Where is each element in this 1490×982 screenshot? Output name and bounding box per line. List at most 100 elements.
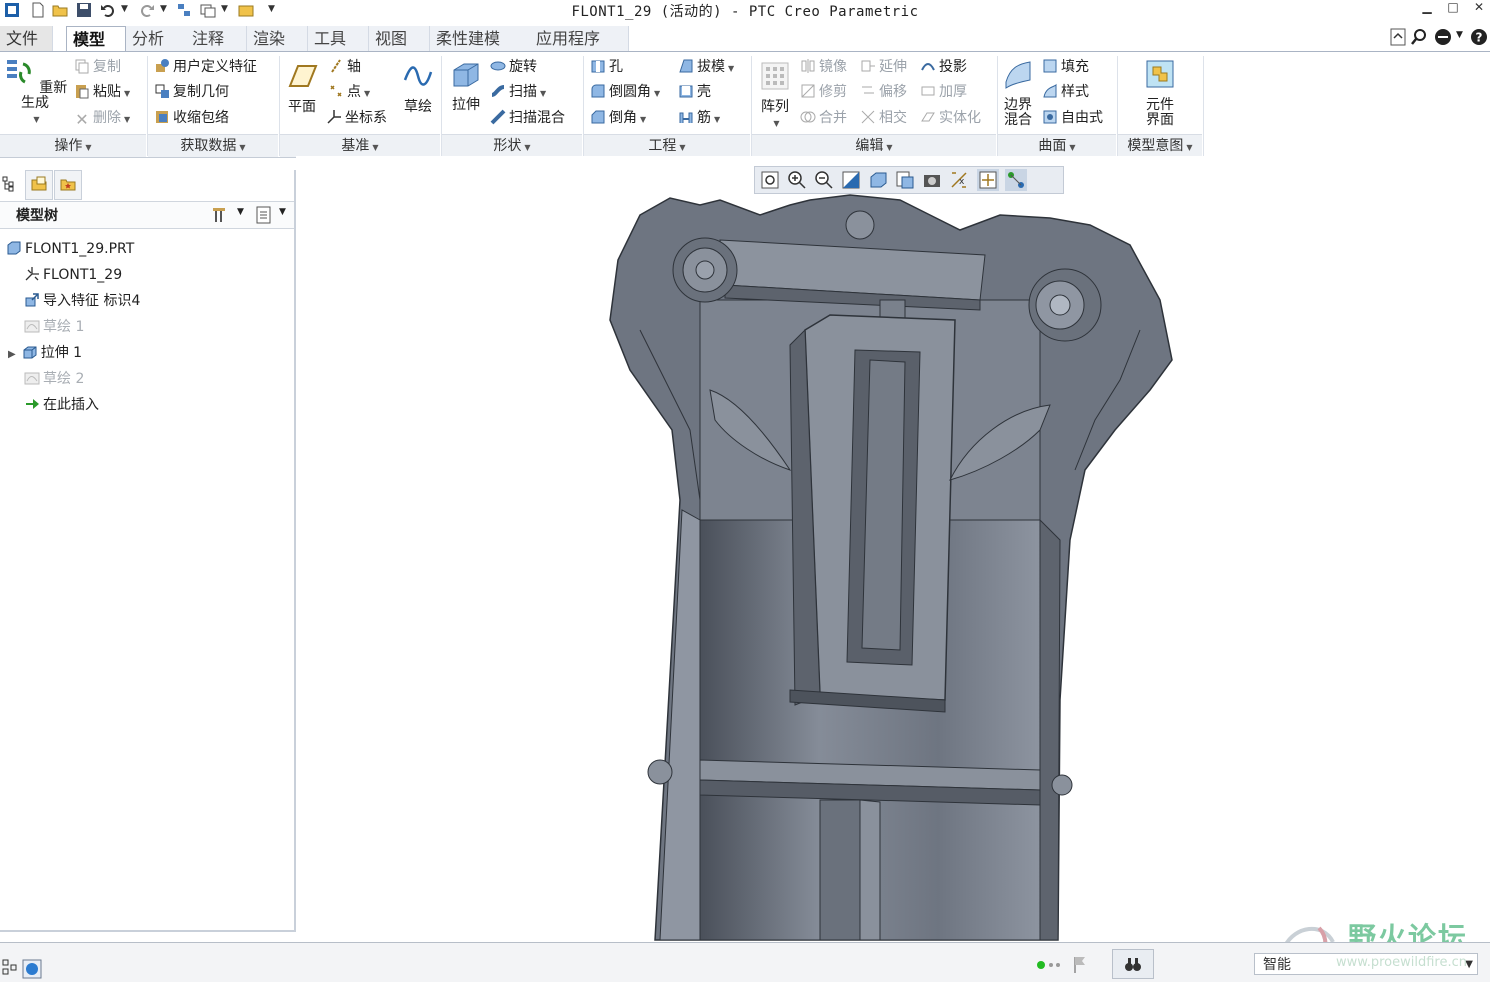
thicken-button[interactable]: 加厚 <box>920 83 967 101</box>
tab-model[interactable]: 模型 <box>66 26 126 53</box>
tree-item-csys[interactable]: FLONT1_29 <box>24 265 122 285</box>
project-label: 投影 <box>939 59 967 75</box>
delete-button[interactable]: ✕ 删除 ▼ <box>74 109 130 129</box>
tab-folder-browser[interactable] <box>25 170 53 200</box>
help-icon[interactable]: ? <box>1470 28 1488 46</box>
refit-icon[interactable] <box>759 169 781 191</box>
find-button[interactable] <box>1112 949 1154 979</box>
community-icon[interactable] <box>1434 28 1452 46</box>
toggle-navigator-icon[interactable] <box>2 959 18 977</box>
minimize-ribbon-icon[interactable] <box>1390 28 1406 46</box>
community-dropdown-icon[interactable]: ▼ <box>1456 30 1463 40</box>
mirror-button[interactable]: 镜像 <box>800 58 847 76</box>
boundary-blend-button[interactable]: 边界 混合 <box>998 58 1038 128</box>
expand-arrow-icon[interactable]: ▶ <box>8 349 16 360</box>
show-options-dropdown-icon[interactable]: ▼ <box>279 207 286 217</box>
paste-button[interactable]: 粘贴 ▼ <box>74 83 130 103</box>
component-interface-button[interactable]: 元件 界面 <box>1136 58 1184 128</box>
tab-applications[interactable]: 应用程序 <box>530 26 629 52</box>
show-options-icon[interactable] <box>256 206 272 224</box>
round-button[interactable]: 倒圆角 ▼ <box>590 83 660 103</box>
view-manager-icon[interactable] <box>921 169 943 191</box>
model-tree-icon <box>2 176 14 192</box>
tab-file[interactable]: 文件▼ <box>0 26 53 72</box>
search-icon[interactable] <box>1410 28 1428 46</box>
intersect-button[interactable]: 相交 <box>860 109 907 127</box>
group-label-get-data[interactable]: 获取数据 ▼ <box>148 134 278 157</box>
tab-analysis[interactable]: 分析 <box>126 26 187 52</box>
chamfer-button[interactable]: 倒角 ▼ <box>590 109 646 129</box>
repaint-icon[interactable] <box>840 169 862 191</box>
shrinkwrap-button[interactable]: 收缩包络 <box>154 109 229 127</box>
style-button[interactable]: 样式 <box>1042 83 1089 101</box>
minimize-icon[interactable]: ▁ <box>1418 0 1436 14</box>
group-label-datum[interactable]: 基准 ▼ <box>280 134 440 157</box>
trim-button[interactable]: 修剪 <box>800 83 847 101</box>
extrude-button[interactable]: 拉伸 <box>446 58 486 113</box>
maximize-icon[interactable]: □ <box>1444 0 1462 14</box>
shell-button[interactable]: 壳 <box>678 83 711 101</box>
tree-item-sketch-1[interactable]: 草绘 1 <box>24 317 84 337</box>
annotation-display-icon[interactable] <box>1005 169 1027 191</box>
merge-label: 合并 <box>819 110 847 126</box>
axis-button[interactable]: 轴 <box>328 58 361 76</box>
group-label-operations[interactable]: 操作 ▼ <box>0 134 146 157</box>
tree-item-extrude-1[interactable]: ▶ 拉伸 1 <box>8 343 82 365</box>
tree-item-sketch-2[interactable]: 草绘 2 <box>24 369 84 389</box>
tree-item-part[interactable]: FLONT1_29.PRT <box>6 239 134 259</box>
freestyle-button[interactable]: 自由式 <box>1042 109 1103 127</box>
close-icon[interactable]: ✕ <box>1470 0 1488 14</box>
copy-geometry-button[interactable]: 复制几何 <box>154 83 229 101</box>
group-label-editing[interactable]: 编辑 ▼ <box>752 134 996 157</box>
pattern-button[interactable]: 阵列 ▼ <box>756 60 794 131</box>
draft-button[interactable]: 拔模 ▼ <box>678 58 734 78</box>
tree-item-insert-here[interactable]: 在此插入 <box>24 395 99 415</box>
merge-button[interactable]: 合并 <box>800 109 847 127</box>
udf-button[interactable]: 用户定义特征 <box>154 58 257 76</box>
extend-button[interactable]: 延伸 <box>860 58 907 76</box>
group-label-text: 基准 <box>341 138 370 154</box>
tree-settings-dropdown-icon[interactable]: ▼ <box>237 207 244 217</box>
tab-flexible-modeling[interactable]: 柔性建模 <box>430 26 531 52</box>
copy-button[interactable]: 复制 <box>74 58 121 76</box>
revolve-button[interactable]: 旋转 <box>490 58 537 76</box>
tree-settings-icon[interactable] <box>212 206 230 224</box>
window-title: FLONT1_29 (活动的) - PTC Creo Parametric <box>571 4 919 20</box>
spin-center-icon[interactable] <box>977 169 999 191</box>
solidify-icon <box>921 112 935 122</box>
group-label-shapes[interactable]: 形状 ▼ <box>442 134 582 157</box>
csys-label: 坐标系 <box>345 110 387 126</box>
tab-model-tree[interactable] <box>0 170 20 198</box>
zoom-out-icon[interactable] <box>813 169 835 191</box>
hole-button[interactable]: 孔 <box>590 58 623 76</box>
regenerate-button[interactable]: 重新生成 ▼ <box>0 56 70 127</box>
browser-icon[interactable] <box>22 959 42 979</box>
tab-render[interactable]: 渲染 <box>247 26 308 52</box>
datum-display-icon[interactable]: x <box>948 169 970 191</box>
group-label-surfaces[interactable]: 曲面 ▼ <box>998 134 1116 157</box>
flag-icon[interactable] <box>1072 955 1088 975</box>
model-view <box>609 194 1173 941</box>
tab-tools[interactable]: 工具 <box>308 26 369 52</box>
plane-button[interactable]: 平面 <box>282 60 322 115</box>
tree-item-import-feature[interactable]: 导入特征 标识4 <box>24 291 140 311</box>
solidify-button[interactable]: 实体化 <box>920 109 981 127</box>
tab-annotate[interactable]: 注释 <box>186 26 247 52</box>
point-button[interactable]: 点 ▼ <box>328 83 370 103</box>
sketch-button[interactable]: 草绘 <box>398 60 438 115</box>
graphics-window[interactable]: 野火论坛 <box>296 156 1490 968</box>
project-button[interactable]: 投影 <box>920 58 967 76</box>
offset-button[interactable]: 偏移 <box>860 83 907 101</box>
display-style-icon[interactable] <box>867 169 889 191</box>
sweep-button[interactable]: 扫描 ▼ <box>490 83 546 103</box>
group-label-engineering[interactable]: 工程 ▼ <box>584 134 750 157</box>
saved-views-icon[interactable] <box>894 169 916 191</box>
tab-favorites[interactable] <box>54 170 82 200</box>
zoom-in-icon[interactable] <box>786 169 808 191</box>
rib-button[interactable]: 筋 ▼ <box>678 109 720 129</box>
tab-view[interactable]: 视图 <box>369 26 430 52</box>
group-label-model-intent[interactable]: 模型意图 ▼ <box>1118 134 1202 157</box>
fill-button[interactable]: 填充 <box>1042 58 1089 76</box>
csys-button[interactable]: 坐标系 <box>326 109 387 127</box>
swept-blend-button[interactable]: 扫描混合 <box>490 109 565 127</box>
